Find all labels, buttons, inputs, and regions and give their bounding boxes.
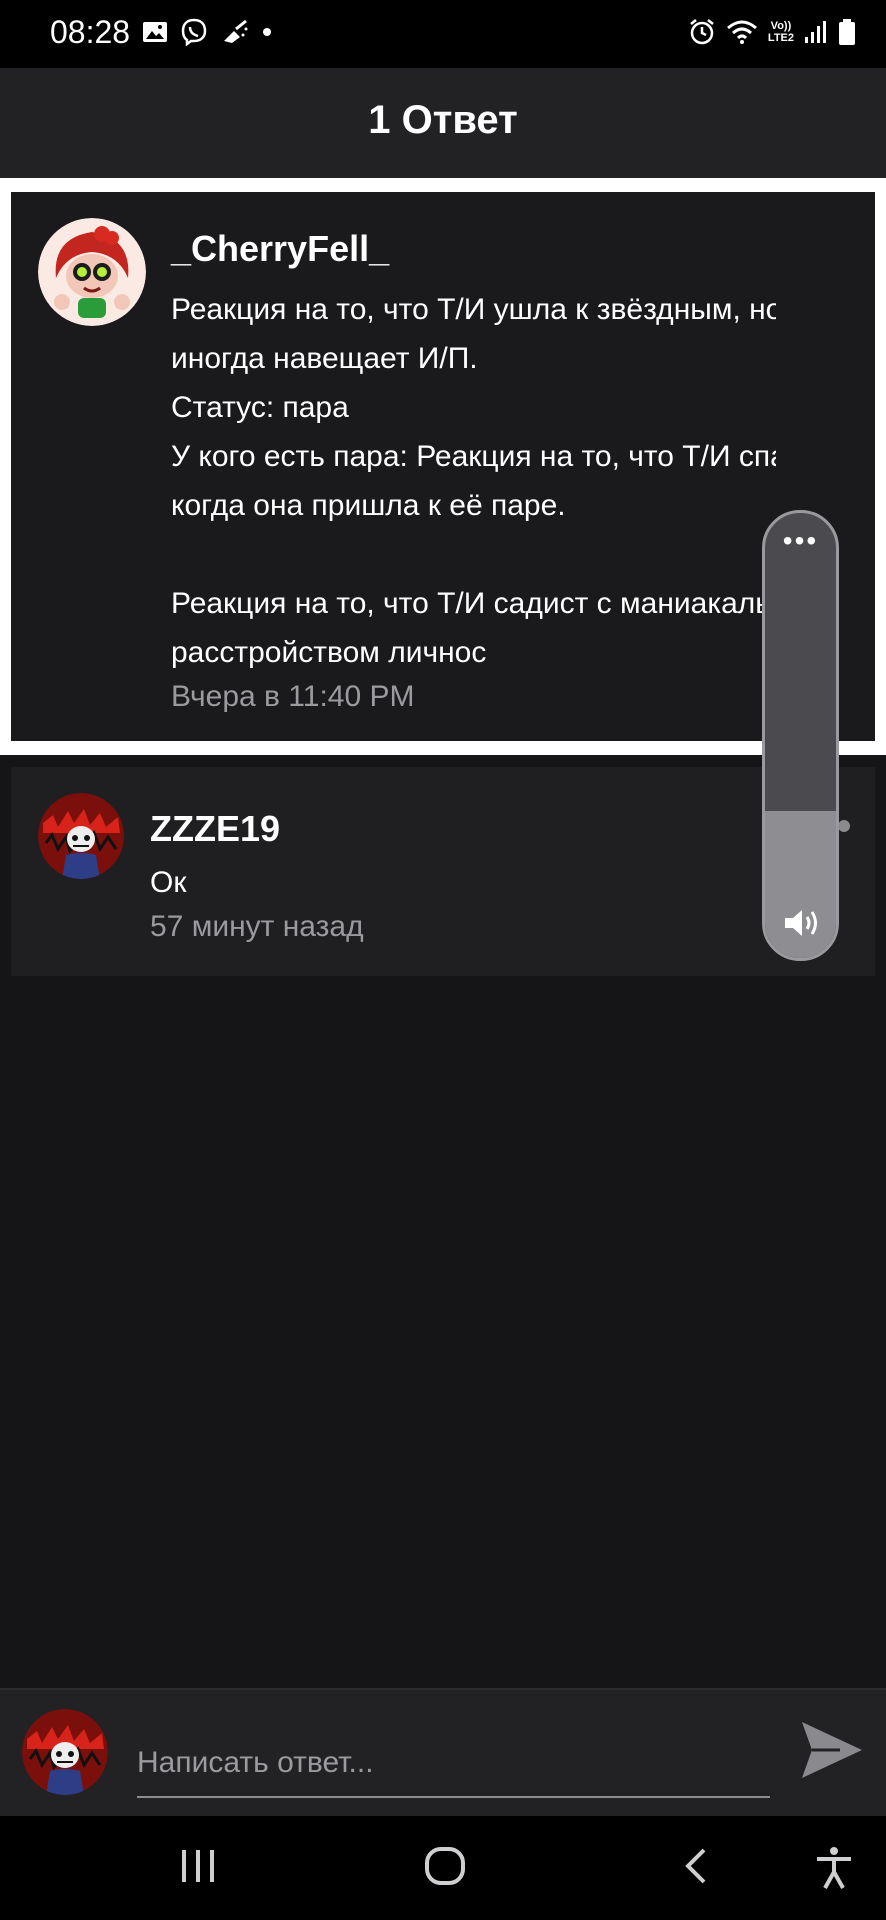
- navigation-bar: [0, 1816, 886, 1920]
- status-time: 08:28: [50, 14, 131, 50]
- home-icon[interactable]: [424, 1846, 466, 1886]
- avatar[interactable]: [38, 218, 146, 326]
- viber-icon: [181, 18, 207, 46]
- reply-timestamp: 57 минут назад: [150, 910, 364, 943]
- alarm-icon: [690, 19, 714, 45]
- page-title: 1 Ответ: [368, 98, 518, 142]
- speaker-icon[interactable]: [783, 906, 823, 940]
- back-icon[interactable]: [680, 1846, 710, 1886]
- gallery-icon: [143, 22, 167, 42]
- app-header: 1 Ответ: [0, 68, 886, 178]
- reply-item[interactable]: [11, 767, 875, 976]
- volume-panel[interactable]: •••: [762, 510, 839, 961]
- comment-timestamp: Вчера в 11:40 PM: [171, 680, 415, 713]
- cleaner-icon: [224, 19, 248, 43]
- status-bar: 08:28 Vo)) LTE2: [0, 0, 886, 68]
- comment-text: Реакция на то, что Т/И ушла к звёздным, …: [171, 293, 776, 669]
- avatar[interactable]: [38, 793, 124, 879]
- signal-icon: [805, 21, 826, 43]
- recents-icon[interactable]: [178, 1846, 218, 1886]
- reply-input[interactable]: [137, 1730, 770, 1798]
- reply-options-dot[interactable]: [838, 820, 850, 832]
- comment-username[interactable]: _CherryFell_: [171, 228, 389, 270]
- reply-username[interactable]: ZZZE19: [150, 808, 280, 850]
- reply-text: Ок: [150, 866, 187, 899]
- send-icon[interactable]: [800, 1720, 864, 1780]
- battery-icon: [839, 19, 855, 45]
- more-options-icon[interactable]: •••: [765, 527, 836, 555]
- volte-icon: Vo)) LTE2: [767, 20, 794, 44]
- wifi-icon: [726, 20, 757, 44]
- avatar: [22, 1709, 108, 1795]
- accessibility-icon[interactable]: [814, 1846, 854, 1890]
- dot-icon: [263, 28, 271, 36]
